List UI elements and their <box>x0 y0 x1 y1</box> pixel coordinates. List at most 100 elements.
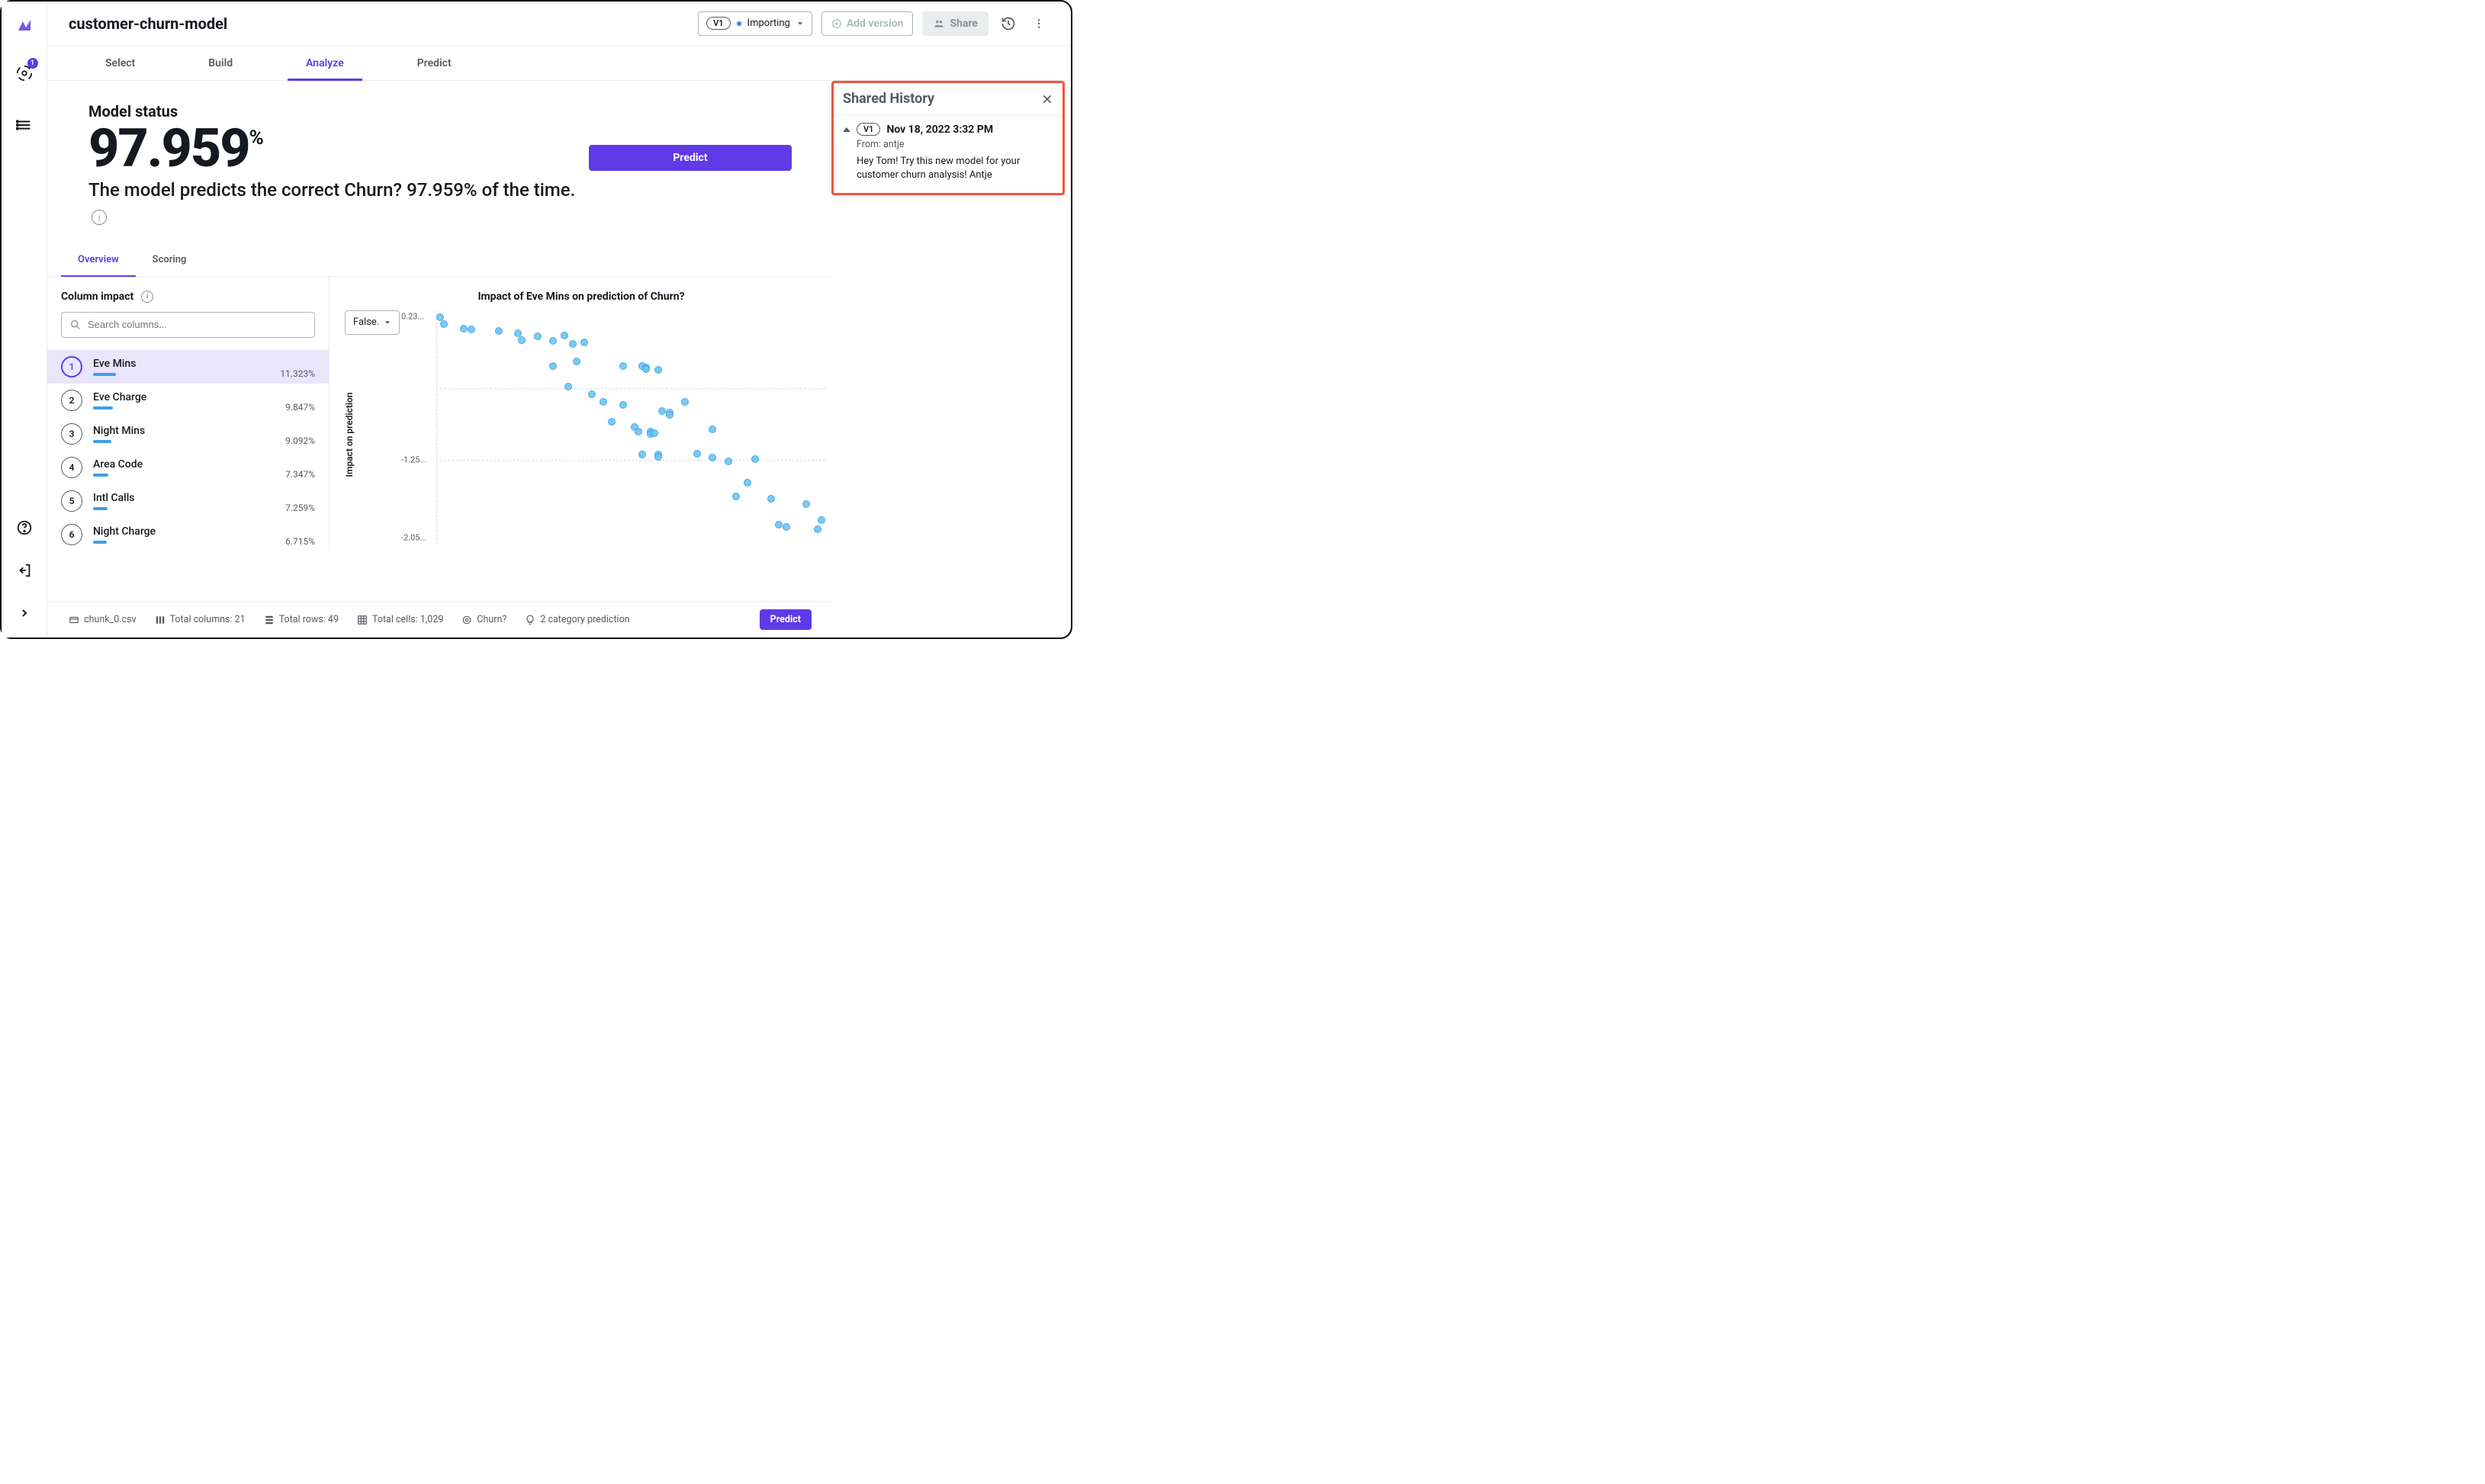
status-bar: chunk_0.csv Total columns: 21 Total rows… <box>47 601 833 638</box>
chart-title: Impact of Eve Mins on prediction of Chur… <box>345 291 818 303</box>
scatter-point <box>549 337 557 345</box>
scatter-point <box>600 398 607 406</box>
scatter-point <box>569 340 577 348</box>
scatter-point <box>561 332 568 339</box>
predict-button[interactable]: Predict <box>589 145 792 171</box>
scatter-point <box>460 325 468 332</box>
impact-value: 9.092% <box>285 435 315 446</box>
info-icon[interactable]: i <box>141 291 153 303</box>
shared-history-title: Shared History <box>843 91 934 107</box>
impact-name: Eve Charge <box>93 391 315 403</box>
impact-chart: Impact of Eve Mins on prediction of Chur… <box>330 277 833 551</box>
type-indicator: 2 category prediction <box>525 614 629 625</box>
entry-date: Nov 18, 2022 3:32 PM <box>886 124 993 136</box>
sub-tab-scoring[interactable]: Scoring <box>136 244 204 276</box>
columns-icon <box>155 615 166 625</box>
analysis-sub-tabs: Overview Scoring <box>47 244 833 277</box>
shared-history-panel: Shared History V1 Nov 18, 2022 3:32 PM F… <box>831 81 1065 195</box>
history-icon[interactable] <box>998 13 1019 34</box>
scatter-point <box>775 521 783 528</box>
scatter-point <box>818 516 825 524</box>
version-selector[interactable]: V1 Importing <box>698 11 812 36</box>
entry-version-badge: V1 <box>857 123 880 136</box>
y-axis-label: Impact on prediction <box>344 392 355 477</box>
version-state: Importing <box>747 18 790 29</box>
impact-item[interactable]: 6 Night Charge 6.715% <box>47 518 329 551</box>
status-dot-icon <box>737 21 741 26</box>
scatter-point <box>642 365 650 373</box>
scatter-point <box>709 426 716 433</box>
app-logo-icon[interactable] <box>15 17 34 35</box>
impact-value: 7.347% <box>285 469 315 480</box>
scatter-point <box>751 455 759 463</box>
tab-analyze[interactable]: Analyze <box>269 46 381 81</box>
scatter-point <box>619 362 627 370</box>
tab-build[interactable]: Build <box>172 46 269 81</box>
impact-item[interactable]: 3 Night Mins 9.092% <box>47 417 329 451</box>
grid-icon <box>357 615 368 625</box>
scatter-point <box>580 339 588 346</box>
impact-rank: 2 <box>61 390 82 411</box>
main-content: Model status 97.959% The model predicts … <box>47 81 833 601</box>
scatter-point <box>549 362 557 370</box>
impact-item[interactable]: 5 Intl Calls 7.259% <box>47 484 329 518</box>
impact-name: Intl Calls <box>93 492 315 504</box>
column-impact-panel: Column impact i 1 Eve Mins 11.323% 2 Eve… <box>47 277 330 551</box>
y-tick: -2.05... <box>401 532 426 542</box>
close-icon[interactable] <box>1041 93 1053 105</box>
scatter-point <box>693 450 701 458</box>
impact-item[interactable]: 1 Eve Mins 11.323% <box>47 350 329 384</box>
expand-rail-icon[interactable] <box>14 602 35 624</box>
search-columns-input[interactable] <box>61 312 315 338</box>
list-nav-icon[interactable] <box>14 114 35 136</box>
scatter-point <box>518 336 526 344</box>
tab-predict[interactable]: Predict <box>381 46 488 81</box>
scatter-point <box>658 407 666 415</box>
plus-circle-icon <box>831 18 842 29</box>
scatter-point <box>814 525 821 533</box>
impact-item[interactable]: 2 Eve Charge 9.847% <box>47 384 329 417</box>
share-button[interactable]: Share <box>922 11 989 36</box>
chevron-down-icon <box>384 319 391 326</box>
cells-indicator: Total cells: 1,029 <box>357 614 443 625</box>
add-version-button[interactable]: Add version <box>821 11 914 36</box>
accuracy-value: 97.959% <box>88 122 589 175</box>
tab-select[interactable]: Select <box>69 46 172 81</box>
impact-value: 7.259% <box>285 503 315 513</box>
scatter-point <box>732 493 740 500</box>
impact-rank: 6 <box>61 524 82 545</box>
y-tick: 0.23... <box>401 311 424 321</box>
scatter-point <box>651 429 658 437</box>
scatter-point <box>744 479 751 487</box>
history-entry-header[interactable]: V1 Nov 18, 2022 3:32 PM <box>843 123 1053 136</box>
impact-name: Night Charge <box>93 525 315 538</box>
impact-name: Area Code <box>93 458 315 471</box>
accuracy-description: The model predicts the correct Churn? 97… <box>88 177 589 230</box>
class-selector[interactable]: False. <box>345 310 400 335</box>
y-tick: -1.25... <box>401 455 426 464</box>
model-title: customer-churn-model <box>69 14 227 33</box>
impact-rank: 1 <box>61 356 82 377</box>
main-tabs: Select Build Analyze Predict <box>47 46 1071 81</box>
scatter-point <box>654 453 662 461</box>
scatter-point <box>709 454 716 461</box>
target-icon <box>461 615 472 625</box>
impact-item[interactable]: 4 Area Code 7.347% <box>47 451 329 484</box>
left-nav-rail: 1 <box>2 2 47 638</box>
scatter-point <box>573 358 580 365</box>
kebab-menu-icon[interactable] <box>1028 13 1050 34</box>
file-indicator[interactable]: chunk_0.csv <box>69 614 137 625</box>
info-icon[interactable]: i <box>92 210 107 225</box>
logout-icon[interactable] <box>14 560 35 581</box>
nav-badge: 1 <box>27 58 38 69</box>
sub-tab-overview[interactable]: Overview <box>61 244 136 276</box>
impact-value: 9.847% <box>285 402 315 413</box>
impact-rank: 5 <box>61 490 82 512</box>
predict-button-small[interactable]: Predict <box>760 609 812 630</box>
rows-icon <box>264 615 275 625</box>
scatter-point <box>608 418 616 426</box>
help-icon[interactable] <box>14 517 35 538</box>
scatter-point <box>783 523 790 531</box>
models-nav-icon[interactable]: 1 <box>14 63 35 84</box>
cols-indicator: Total columns: 21 <box>155 614 246 625</box>
